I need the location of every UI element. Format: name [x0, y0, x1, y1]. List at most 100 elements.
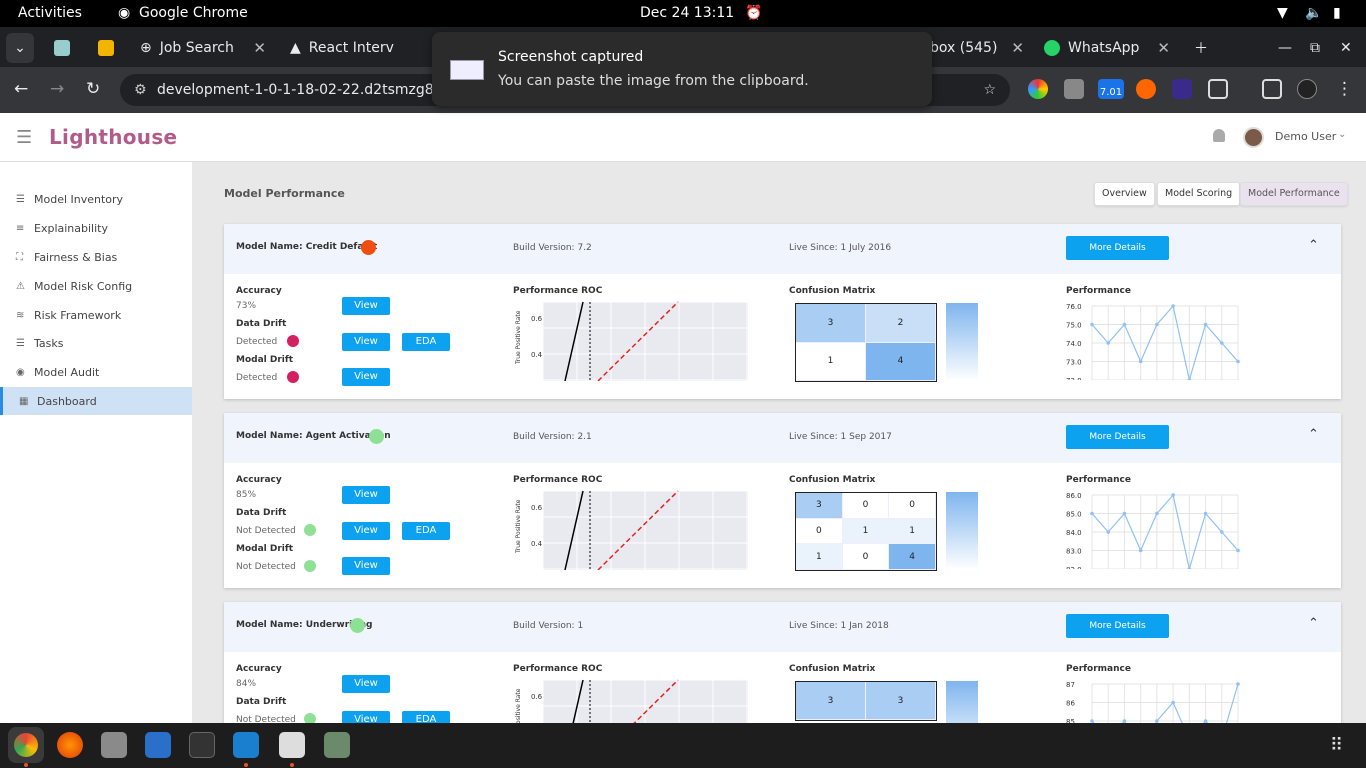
- reload-icon[interactable]: ↻: [86, 79, 100, 99]
- accuracy-label: Accuracy: [236, 475, 282, 485]
- sidebar-item-explainability[interactable]: ≡ Explainability: [0, 214, 192, 242]
- matrix-cell: 4: [866, 342, 936, 381]
- menu-dots-icon[interactable]: ⋮: [1336, 79, 1353, 99]
- notification-bell-icon[interactable]: [1213, 129, 1225, 142]
- tab-pinned-chatgpt[interactable]: [46, 33, 78, 63]
- writer-icon[interactable]: [145, 732, 171, 758]
- text-editor-icon[interactable]: [279, 732, 305, 758]
- performance-tick-label: 83.0: [1066, 548, 1082, 556]
- card-header[interactable]: Model Name: Underwriting Build Version: 1…: [224, 602, 1341, 652]
- side-panel-icon[interactable]: [1262, 79, 1282, 99]
- back-icon[interactable]: ←: [14, 79, 28, 99]
- files-icon[interactable]: [101, 732, 127, 758]
- eda-button[interactable]: EDA: [402, 522, 450, 540]
- chevron-up-icon[interactable]: ⌃: [1308, 238, 1319, 253]
- more-details-button[interactable]: More Details: [1066, 425, 1169, 449]
- tab-search-dropdown[interactable]: ⌄: [6, 33, 34, 63]
- chevron-up-icon[interactable]: ⌃: [1308, 427, 1319, 442]
- volume-icon[interactable]: 🔈: [1305, 5, 1322, 21]
- model-performance-button[interactable]: Model Performance: [1240, 182, 1348, 206]
- modal-drift-view-button[interactable]: View: [342, 557, 390, 575]
- forward-icon[interactable]: →: [50, 79, 64, 99]
- url-text[interactable]: development-1-0-1-18-02-22.d2tsmzg8xu7j: [157, 82, 464, 98]
- sidebar-item-tasks[interactable]: ☰ Tasks: [0, 329, 192, 357]
- sidebar-item-fairness-bias[interactable]: ⛶ Fairness & Bias: [0, 243, 192, 271]
- tab-whatsapp[interactable]: WhatsApp ✕: [1036, 33, 1176, 63]
- plus-icon: ＋: [1194, 41, 1208, 57]
- tab-react-interview[interactable]: ▲ React Interv: [282, 33, 432, 63]
- clock[interactable]: Dec 24 13:11: [640, 5, 734, 21]
- color-picker-extension-icon[interactable]: [1028, 79, 1048, 99]
- accuracy-view-button[interactable]: View: [342, 486, 390, 504]
- more-details-button[interactable]: More Details: [1066, 614, 1169, 638]
- modal-drift-view-button[interactable]: View: [342, 368, 390, 386]
- extension-icon[interactable]: [1136, 79, 1156, 99]
- sidebar-item-dashboard[interactable]: ▦ Dashboard: [0, 387, 192, 415]
- sidebar-item-risk-framework[interactable]: ≋ Risk Framework: [0, 301, 192, 329]
- extension-badge[interactable]: 7.01: [1098, 79, 1124, 99]
- card-header[interactable]: Model Name: Credit Default Build Version:…: [224, 224, 1341, 274]
- app-logo[interactable]: Lighthouse: [49, 125, 177, 149]
- window-close-button[interactable]: ✕: [1332, 33, 1360, 63]
- data-drift-view-button[interactable]: View: [342, 522, 390, 540]
- new-tab-button[interactable]: ＋: [1186, 33, 1216, 63]
- matrix-cell: 0: [842, 493, 890, 519]
- build-version: Build Version: 7.2: [513, 243, 592, 253]
- data-drift-view-button[interactable]: View: [342, 711, 390, 723]
- eda-button[interactable]: EDA: [402, 711, 450, 723]
- modal-drift-status-dot: [287, 371, 299, 383]
- data-drift-view-button[interactable]: View: [342, 333, 390, 351]
- firefox-icon[interactable]: [57, 732, 83, 758]
- extension-icon[interactable]: [1172, 79, 1192, 99]
- sidebar-item-label: Dashboard: [37, 394, 97, 408]
- close-icon[interactable]: ✕: [1157, 39, 1170, 57]
- eda-button[interactable]: EDA: [402, 333, 450, 351]
- screenshot-notification[interactable]: Screenshot captured You can paste the im…: [432, 32, 932, 106]
- close-icon[interactable]: ✕: [1011, 39, 1024, 57]
- camera-extension-icon[interactable]: [1064, 79, 1084, 99]
- maximize-button[interactable]: ⧉: [1302, 33, 1328, 63]
- terminal-icon[interactable]: [189, 732, 215, 758]
- performance-point: [1236, 548, 1240, 553]
- minimize-button[interactable]: —: [1270, 33, 1300, 63]
- sidebar-item-model-audit[interactable]: ◉ Model Audit: [0, 358, 192, 386]
- sidebar-item-model-risk-config[interactable]: ⚠ Model Risk Config: [0, 272, 192, 300]
- sidebar-item-model-inventory[interactable]: ☰ Model Inventory: [0, 185, 192, 213]
- performance-point: [1090, 322, 1094, 327]
- chevron-down-icon[interactable]: ⌄: [1338, 129, 1346, 140]
- avatar[interactable]: [1243, 127, 1264, 148]
- trash-icon[interactable]: [324, 732, 350, 758]
- card-header[interactable]: Model Name: Agent Activation Build Versio…: [224, 413, 1341, 463]
- data-drift-status-dot: [304, 713, 316, 723]
- tab-label: WhatsApp: [1068, 40, 1140, 56]
- activities-button[interactable]: Activities: [18, 5, 82, 21]
- performance-chart: 86.0 85.0 84.0 83.0 82.0: [1066, 492, 1240, 569]
- tab-pinned-keep[interactable]: [90, 33, 122, 63]
- wifi-icon[interactable]: ▼: [1277, 5, 1288, 21]
- dashboard-icon: ▦: [19, 395, 29, 407]
- puzzle-icon[interactable]: [1208, 79, 1228, 99]
- app-name[interactable]: Google Chrome: [139, 5, 248, 21]
- chevron-up-icon[interactable]: ⌃: [1308, 616, 1319, 631]
- performance-chart: 76.0 75.0 74.0 73.0 72.0: [1066, 303, 1240, 380]
- site-info-icon[interactable]: ⚙: [134, 74, 147, 106]
- profile-icon[interactable]: [1297, 79, 1317, 99]
- hamburger-menu-icon[interactable]: ☰: [16, 127, 32, 148]
- close-icon[interactable]: ✕: [253, 39, 266, 57]
- user-name[interactable]: Demo User: [1275, 130, 1336, 143]
- overview-button[interactable]: Overview: [1094, 182, 1155, 206]
- accuracy-view-button[interactable]: View: [342, 297, 390, 315]
- more-details-button[interactable]: More Details: [1066, 236, 1169, 260]
- tab-inbox[interactable]: box (545) ✕: [922, 33, 1030, 63]
- build-version: Build Version: 2.1: [513, 432, 592, 442]
- accuracy-view-button[interactable]: View: [342, 675, 390, 693]
- app-grid-icon[interactable]: ⠿: [1330, 735, 1343, 756]
- model-scoring-button[interactable]: Model Scoring: [1157, 182, 1241, 206]
- bookmark-star-icon[interactable]: ☆: [983, 74, 996, 106]
- whatsapp-icon: [1044, 40, 1060, 56]
- battery-icon[interactable]: ▮: [1333, 5, 1341, 21]
- layers-icon: ≋: [16, 309, 25, 321]
- vscode-icon[interactable]: [233, 732, 259, 758]
- color-scale-bar: [946, 492, 978, 570]
- tab-job-search[interactable]: ⊕ Job Search ✕: [132, 33, 272, 63]
